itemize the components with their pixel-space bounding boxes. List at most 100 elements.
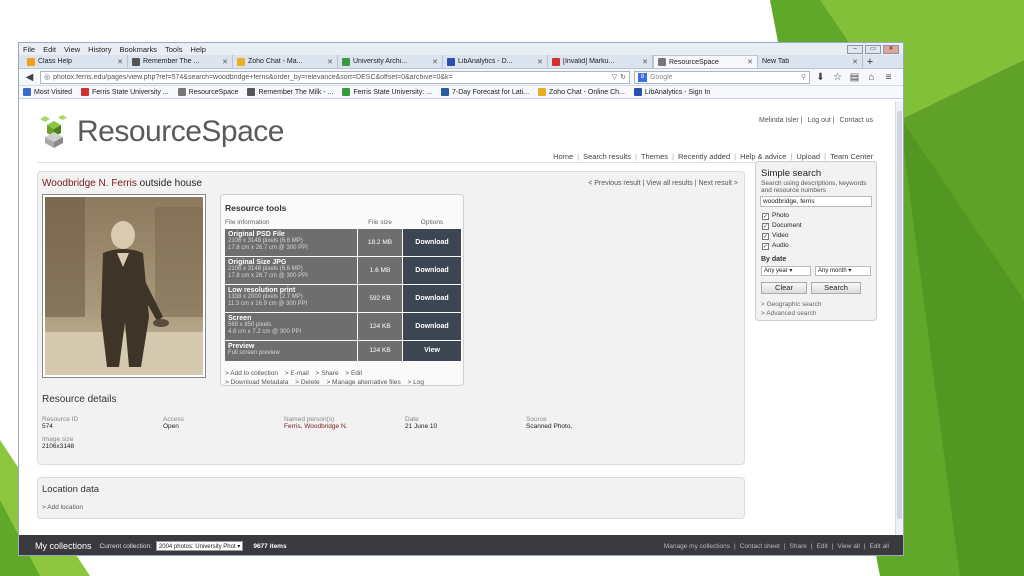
search-input[interactable] — [760, 196, 872, 207]
tab-resourcespace[interactable]: ResourceSpace ✕ — [653, 55, 758, 68]
checkbox-checked-icon[interactable]: ✓ — [762, 222, 769, 230]
bookmark-resourcespace[interactable]: ResourceSpace — [177, 88, 238, 96]
nav-search-results[interactable]: Search results — [583, 152, 631, 161]
tab-invalid-markup[interactable]: [Invalid] Marku... ✕ — [548, 55, 653, 68]
delete-link[interactable]: > Delete — [295, 379, 319, 386]
nav-home[interactable]: Home — [553, 152, 573, 161]
manage-alt-files-link[interactable]: > Manage alternative files — [326, 379, 400, 386]
month-select[interactable]: Any month ▾ — [815, 266, 871, 276]
download-button[interactable]: Download — [403, 285, 461, 312]
page-scrollbar[interactable] — [895, 101, 903, 535]
minimize-button[interactable]: – — [847, 44, 863, 54]
collection-share-link[interactable]: Share — [790, 543, 807, 550]
email-link[interactable]: > E-mail — [285, 370, 309, 377]
scrollbar-thumb[interactable] — [897, 111, 902, 519]
search-bar[interactable]: 8 Google ⚲ — [634, 70, 810, 84]
bookmarks-menu-icon[interactable]: ▤ — [848, 71, 861, 84]
menu-view[interactable]: View — [64, 45, 80, 54]
bookmark-ferris-state[interactable]: Ferris State University ... — [81, 88, 169, 96]
tab-remember-the-milk[interactable]: Remember The ... ✕ — [128, 55, 233, 68]
menu-help[interactable]: Help — [191, 45, 206, 54]
download-button[interactable]: Download — [403, 313, 461, 340]
resourcespace-logo[interactable]: ResourceSpace — [37, 115, 284, 149]
result-pager[interactable]: < Previous result | View all results | N… — [588, 180, 738, 187]
nav-help[interactable]: Help & advice — [740, 152, 786, 161]
bookmark-remember-the-milk[interactable]: Remember The Milk - ... — [247, 88, 333, 96]
geographic-search-link[interactable]: > Geographic search — [761, 300, 822, 309]
share-link[interactable]: > Share — [316, 370, 339, 377]
tab-close-icon[interactable]: ✕ — [222, 58, 228, 66]
logout-link[interactable]: Log out — [807, 117, 830, 124]
tab-close-icon[interactable]: ✕ — [117, 58, 123, 66]
nav-upload[interactable]: Upload — [796, 152, 820, 161]
collection-select[interactable]: 2004 photos: University Phot ▾ — [155, 541, 244, 551]
search-icon[interactable]: ⚲ — [801, 73, 806, 81]
add-location-link[interactable]: > Add location — [42, 504, 83, 511]
menu-edit[interactable]: Edit — [43, 45, 56, 54]
tab-close-icon[interactable]: ✕ — [747, 58, 753, 66]
bookmark-star-icon[interactable]: ☆ — [831, 71, 844, 84]
filter-audio[interactable]: ✓ Audio — [762, 241, 802, 251]
nav-recently-added[interactable]: Recently added — [678, 152, 730, 161]
tab-close-icon[interactable]: ✕ — [642, 58, 648, 66]
tab-class-help[interactable]: Class Help ✕ — [23, 55, 128, 68]
menu-tools[interactable]: Tools — [165, 45, 183, 54]
nav-team-center[interactable]: Team Center — [830, 152, 873, 161]
bookmark-zoho-chat[interactable]: Zoho Chat - Online Ch... — [538, 88, 625, 96]
tab-university-archives[interactable]: University Archi... ✕ — [338, 55, 443, 68]
resource-photo[interactable] — [42, 194, 206, 378]
filter-document[interactable]: ✓ Document — [762, 221, 802, 231]
menu-file[interactable]: File — [23, 45, 35, 54]
menu-history[interactable]: History — [88, 45, 111, 54]
advanced-search-link[interactable]: > Advanced search — [761, 309, 822, 318]
download-icon[interactable]: ⬇ — [814, 71, 827, 84]
home-icon[interactable]: ⌂ — [865, 71, 878, 84]
checkbox-checked-icon[interactable]: ✓ — [762, 212, 769, 220]
tab-close-icon[interactable]: ✕ — [327, 58, 333, 66]
download-metadata-link[interactable]: > Download Metadata — [225, 379, 288, 386]
edit-all-link[interactable]: Edit all — [869, 543, 889, 550]
search-engine-icon[interactable]: 8 — [638, 72, 647, 82]
bookmark-libanalytics[interactable]: LibAnalytics - Sign In — [633, 88, 710, 96]
user-name-link[interactable]: Melinda Isler — [759, 117, 799, 124]
clear-button[interactable]: Clear — [761, 282, 807, 294]
back-icon[interactable]: ◀ — [23, 71, 36, 84]
maximize-button[interactable]: ▭ — [865, 44, 881, 54]
search-button[interactable]: Search — [811, 282, 861, 294]
view-button[interactable]: View — [403, 341, 461, 361]
reload-icon[interactable]: ↻ — [620, 73, 626, 81]
add-to-collection-link[interactable]: > Add to collection — [225, 370, 278, 377]
tab-new-tab[interactable]: New Tab ✕ — [758, 55, 863, 68]
bookmark-forecast[interactable]: 7-Day Forecast for Lati... — [440, 88, 529, 96]
tab-close-icon[interactable]: ✕ — [432, 58, 438, 66]
manage-collections-link[interactable]: Manage my collections — [664, 543, 730, 550]
checkbox-checked-icon[interactable]: ✓ — [762, 232, 769, 240]
bookmark-ferris-state-2[interactable]: Ferris State University: ... — [342, 88, 432, 96]
contact-link[interactable]: Contact us — [840, 117, 873, 124]
filter-video[interactable]: ✓ Video — [762, 231, 802, 241]
collection-edit-link[interactable]: Edit — [817, 543, 828, 550]
nav-themes[interactable]: Themes — [641, 152, 668, 161]
hamburger-menu-icon[interactable]: ≡ — [882, 71, 895, 84]
new-tab-button[interactable]: + — [863, 56, 877, 68]
dropdown-icon[interactable]: ▽ — [612, 73, 617, 81]
view-all-link[interactable]: View all — [838, 543, 860, 550]
download-button[interactable]: Download — [403, 257, 461, 284]
menu-bookmarks[interactable]: Bookmarks — [120, 45, 158, 54]
my-collections-title[interactable]: My collections — [35, 541, 92, 551]
log-link[interactable]: > Log — [408, 379, 424, 386]
bookmark-most-visited[interactable]: Most Visited — [23, 88, 72, 96]
tab-close-icon[interactable]: ✕ — [537, 58, 543, 66]
address-bar[interactable]: ◎ photox.ferris.edu/pages/view.php?ref=5… — [40, 70, 630, 84]
download-button[interactable]: Download — [403, 229, 461, 256]
checkbox-checked-icon[interactable]: ✓ — [762, 242, 769, 250]
year-select[interactable]: Any year ▾ — [761, 266, 811, 276]
tab-libanalytics[interactable]: LibAnalytics - D... ✕ — [443, 55, 548, 68]
tools-rows: Original PSD File 2106 x 3148 pixels (6.6… — [225, 229, 461, 362]
tab-zoho-chat[interactable]: Zoho Chat - Ma... ✕ — [233, 55, 338, 68]
close-window-button[interactable]: ✕ — [883, 44, 899, 54]
contact-sheet-link[interactable]: Contact sheet — [740, 543, 780, 550]
edit-link[interactable]: > Edit — [345, 370, 362, 377]
filter-photo[interactable]: ✓ Photo — [762, 211, 802, 221]
tab-close-icon[interactable]: ✕ — [852, 58, 858, 66]
